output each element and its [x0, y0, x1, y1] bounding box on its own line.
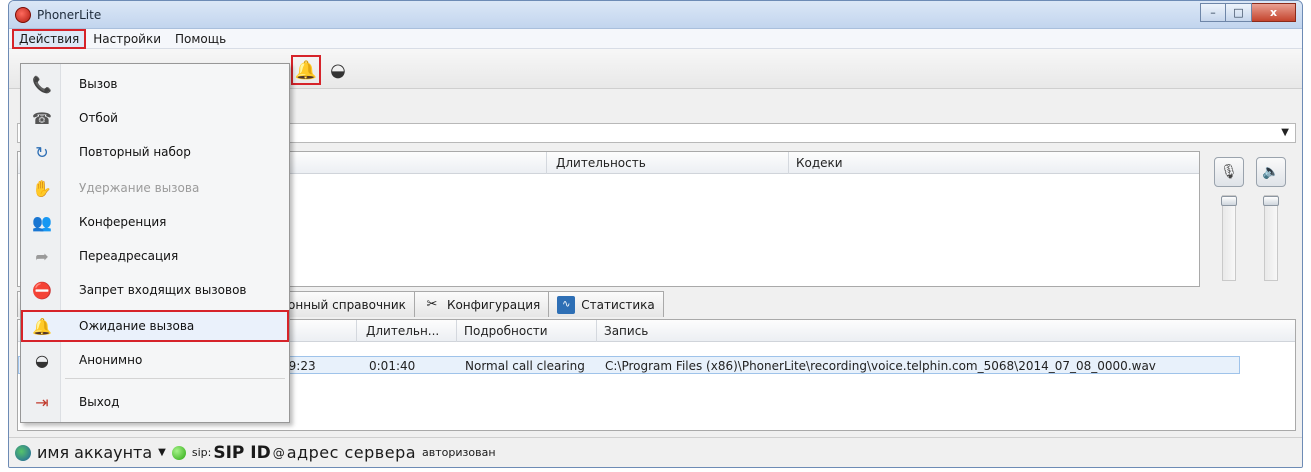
menu-item-2[interactable]: ↻ Повторный набор	[21, 136, 289, 168]
speaker-icon: 🔈	[1262, 164, 1280, 180]
app-logo-icon	[15, 7, 31, 23]
phone-green-icon: 📞	[32, 74, 52, 94]
anonymous-mask-icon: ◒	[35, 350, 49, 370]
actions-dropdown-menu: 📞 Вызов ☎ Отбой ↻ Повторный набор ✋ Удержание в…	[20, 63, 290, 423]
column-separator	[456, 320, 457, 342]
menu-item-label: Вызов	[79, 77, 118, 91]
menu-item-label: Ожидание вызова	[79, 319, 195, 333]
minimize-button[interactable]: –	[1200, 3, 1226, 22]
menu-actions[interactable]: Действия	[11, 28, 87, 49]
column-duration[interactable]: Длительность	[556, 156, 646, 170]
window-title: PhonerLite	[37, 8, 102, 22]
menu-item-label: Анонимно	[79, 353, 143, 367]
close-button[interactable]: x	[1252, 3, 1296, 22]
menu-separator	[65, 378, 285, 379]
menu-item-label: Переадресация	[79, 249, 179, 263]
anonymous-mask-icon[interactable]: ◒	[327, 59, 349, 81]
window-controls: – □ x	[1200, 3, 1296, 22]
menu-item-5[interactable]: ➦ Переадресация	[21, 240, 289, 272]
column-record[interactable]: Запись	[604, 324, 648, 338]
menu-item-label: Удержание вызова	[79, 181, 200, 195]
block-incoming-icon: ⛔	[32, 280, 52, 300]
auth-status: авторизован	[422, 446, 496, 459]
hold-hand-icon: ✋	[32, 178, 52, 198]
column-details[interactable]: Подробности	[464, 324, 548, 338]
menu-item-label: Отбой	[79, 111, 118, 125]
slider-thumb[interactable]	[1263, 196, 1279, 206]
globe-icon	[15, 444, 31, 461]
menu-help[interactable]: Помощь	[169, 30, 232, 48]
menu-item-label: Выход	[79, 395, 120, 409]
chevron-down-icon[interactable]: ▼	[158, 447, 166, 458]
column-codecs[interactable]: Кодеки	[796, 156, 843, 170]
speaker-volume-slider[interactable]	[1263, 195, 1279, 281]
tab-configuration[interactable]: ✂ Конфигурация	[413, 291, 550, 317]
menu-settings[interactable]: Настройки	[87, 30, 167, 48]
menu-item-8[interactable]: ◒ Анонимно	[21, 344, 289, 376]
tab-label: онный справочник	[288, 297, 406, 312]
sip-id: SIP ID	[213, 442, 271, 463]
title-bar[interactable]: PhonerLite – □ x	[9, 1, 1302, 29]
column-separator	[788, 152, 789, 174]
call-waiting-bell-icon[interactable]: 🔔	[291, 55, 321, 85]
chevron-down-icon[interactable]: ▼	[1281, 127, 1289, 138]
menu-item-4[interactable]: 👥 Конференция	[21, 206, 289, 238]
column-separator	[546, 152, 547, 174]
microphone-icon: 🎙	[1220, 164, 1238, 180]
registered-status-icon	[171, 445, 186, 460]
exit-icon: ⇥	[35, 392, 49, 412]
menu-item-9[interactable]: ⇥ Выход	[21, 386, 289, 418]
microphone-volume-slider[interactable]	[1221, 195, 1237, 281]
redial-icon: ↻	[35, 142, 49, 162]
sip-at: @	[272, 445, 285, 460]
status-bar: имя аккаунта ▼ sip: SIP ID @ адрес серве…	[9, 437, 1302, 467]
bell-icon: 🔔	[32, 316, 52, 336]
phonerlite-window: PhonerLite – □ x Действия Настройки Помо…	[8, 0, 1303, 468]
cell-duration: 0:01:40	[369, 359, 416, 373]
tab-label: Статистика	[581, 297, 655, 312]
menu-bar: Действия Настройки Помощь	[9, 28, 1302, 49]
forward-arrow-icon: ➦	[35, 246, 49, 266]
microphone-mute-button[interactable]: 🎙	[1214, 157, 1244, 187]
hangup-icon: ☎	[32, 108, 52, 128]
column-duration[interactable]: Длительн...	[366, 324, 439, 338]
sip-server: адрес сервера	[286, 443, 417, 462]
cell-record-path: C:\Program Files (x86)\PhonerLite\record…	[605, 359, 1156, 373]
column-separator	[356, 320, 357, 342]
tab-label: Конфигурация	[446, 297, 541, 312]
menu-item-label: Запрет входящих вызовов	[79, 283, 247, 297]
menu-item-7[interactable]: 🔔 Ожидание вызова	[21, 310, 289, 342]
audio-controls: 🎙 🔈	[1206, 151, 1298, 287]
maximize-button[interactable]: □	[1226, 3, 1252, 22]
cell-details: Normal call clearing	[465, 359, 585, 373]
menu-item-label: Повторный набор	[79, 145, 191, 159]
speaker-mute-button[interactable]: 🔈	[1256, 157, 1286, 187]
slider-thumb[interactable]	[1221, 196, 1237, 206]
menu-item-0[interactable]: 📞 Вызов	[21, 68, 289, 100]
menu-item-1[interactable]: ☎ Отбой	[21, 102, 289, 134]
tab-statistics[interactable]: ∿ Статистика	[548, 291, 664, 317]
menu-item-label: Конференция	[79, 215, 167, 229]
column-separator	[596, 320, 597, 342]
tools-icon: ✂	[426, 297, 438, 312]
menu-item-6[interactable]: ⛔ Запрет входящих вызовов	[21, 274, 289, 306]
statistics-icon: ∿	[557, 295, 576, 314]
sip-prefix: sip:	[191, 446, 212, 459]
menu-item-3: ✋ Удержание вызова	[21, 172, 289, 204]
conference-icon: 👥	[32, 212, 52, 232]
account-name[interactable]: имя аккаунта	[37, 443, 152, 462]
